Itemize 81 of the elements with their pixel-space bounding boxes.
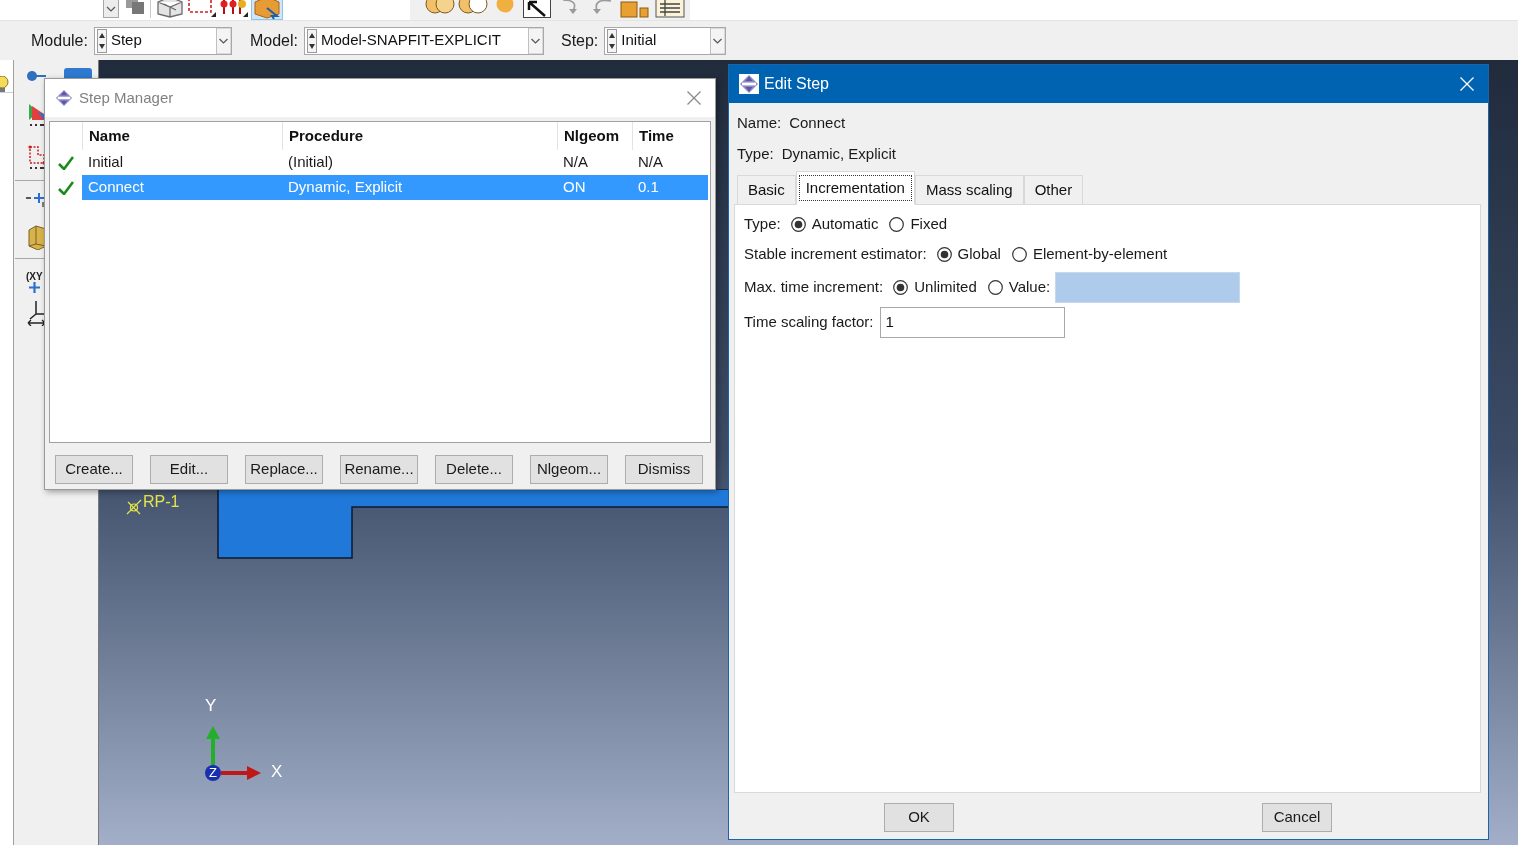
dialog-button[interactable]: OK bbox=[884, 803, 954, 832]
dialog-button[interactable]: Create... bbox=[55, 455, 133, 484]
spinner-icon bbox=[96, 28, 107, 53]
wireframe-cube-icon[interactable] bbox=[155, 0, 185, 18]
radio-option[interactable]: Automatic bbox=[790, 212, 879, 236]
dialog-button[interactable]: Cancel bbox=[1262, 803, 1332, 832]
dialog-button[interactable]: Delete... bbox=[435, 455, 513, 484]
table-cell-text: N/A bbox=[562, 152, 589, 173]
reference-point-marker-icon bbox=[126, 499, 142, 515]
lightbulb-icon[interactable] bbox=[0, 76, 9, 92]
cursor-arrow-icon[interactable] bbox=[523, 0, 551, 18]
dropdown[interactable]: Initial bbox=[604, 26, 727, 55]
info-value: Connect bbox=[789, 112, 846, 133]
radio-option[interactable]: Fixed bbox=[889, 212, 948, 236]
reference-point-label: RP-1 bbox=[143, 492, 180, 512]
tab[interactable]: Mass scaling bbox=[914, 175, 1024, 204]
dialog-button[interactable]: Nlgeom... bbox=[530, 455, 608, 484]
tab[interactable]: Incrementation bbox=[795, 171, 915, 205]
radio-option[interactable]: Unlimited bbox=[893, 275, 977, 299]
window-title: Step Manager bbox=[79, 87, 174, 108]
column-header[interactable]: Time bbox=[632, 122, 707, 150]
dialog-button[interactable]: Edit... bbox=[150, 455, 228, 484]
table-cell-text: Dynamic, Explicit bbox=[287, 177, 404, 198]
table-row[interactable]: Initial (Initial) N/A N/A bbox=[82, 150, 708, 175]
toolbox-button[interactable]: (XY bbox=[26, 271, 43, 293]
field-label: Model: bbox=[249, 30, 298, 51]
diamond-logo-icon bbox=[55, 89, 73, 107]
box-icon[interactable] bbox=[251, 0, 283, 20]
dialog-button[interactable]: Rename... bbox=[340, 455, 418, 484]
caret-icon[interactable] bbox=[103, 0, 119, 18]
column-header[interactable]: Procedure bbox=[282, 122, 557, 150]
dialog-button[interactable]: Replace... bbox=[245, 455, 323, 484]
dropdown[interactable]: Model-SNAPFIT-EXPLICIT bbox=[303, 26, 544, 55]
radio-option[interactable]: Element-by-element bbox=[1011, 243, 1168, 266]
radio-option[interactable]: Global bbox=[936, 243, 1001, 266]
radio-option[interactable]: Value: bbox=[987, 275, 1051, 299]
plus-icon bbox=[28, 282, 40, 293]
stack-icon[interactable] bbox=[124, 0, 146, 16]
table-cell-text: Initial bbox=[87, 152, 125, 173]
option-label: Time scaling factor: bbox=[744, 311, 874, 332]
caret-icon bbox=[710, 27, 726, 54]
table-icon[interactable] bbox=[655, 0, 685, 18]
spinner-icon bbox=[607, 28, 618, 53]
input-field[interactable]: 1 bbox=[879, 306, 1065, 338]
close-icon[interactable] bbox=[687, 91, 701, 105]
field-label: Module: bbox=[31, 30, 88, 51]
node-line-icon[interactable] bbox=[27, 70, 46, 82]
overlapping-circles-icon[interactable] bbox=[457, 0, 489, 16]
table-cell-text: (Initial) bbox=[287, 152, 334, 173]
dialog-button[interactable]: Dismiss bbox=[625, 455, 703, 484]
diamond-logo-icon bbox=[739, 74, 759, 94]
table-cell-text: 0.1 bbox=[637, 177, 660, 198]
blocks-icon[interactable] bbox=[620, 0, 650, 18]
overlapping-circles-icon[interactable] bbox=[425, 0, 455, 16]
option-label: Stable increment estimator: bbox=[744, 244, 927, 265]
right-arrow-icon bbox=[221, 766, 261, 780]
dropdown[interactable]: Step bbox=[93, 26, 232, 55]
up-arrow-icon bbox=[206, 726, 220, 766]
y-axis-label: Y bbox=[205, 696, 217, 716]
table-cell-text: Connect bbox=[87, 177, 145, 198]
info-label: Name: bbox=[737, 112, 782, 133]
caret-icon bbox=[215, 27, 231, 54]
dots-icon[interactable] bbox=[220, 0, 248, 18]
tab[interactable]: Basic bbox=[737, 175, 796, 204]
x-axis-label: X bbox=[271, 762, 283, 782]
field-label: Step: bbox=[560, 30, 599, 51]
spinner-icon bbox=[306, 28, 317, 53]
option-label: Max. time increment: bbox=[744, 276, 884, 297]
info-value: Dynamic, Explicit bbox=[781, 143, 896, 164]
caret-icon bbox=[527, 27, 543, 54]
table-cell-text: N/A bbox=[637, 152, 664, 173]
axes-icon[interactable] bbox=[27, 300, 46, 326]
column-header[interactable]: Name bbox=[82, 122, 282, 150]
table-cell-text: ON bbox=[562, 177, 587, 198]
tab[interactable]: Other bbox=[1023, 175, 1084, 204]
info-label: Type: bbox=[737, 143, 774, 164]
column-header[interactable]: Nlgeom bbox=[557, 122, 632, 150]
z-axis-label: Z bbox=[205, 765, 221, 781]
option-label: Type: bbox=[744, 213, 781, 234]
dashed-rectangle-icon[interactable] bbox=[187, 0, 216, 18]
window-title: Edit Step bbox=[764, 74, 829, 94]
